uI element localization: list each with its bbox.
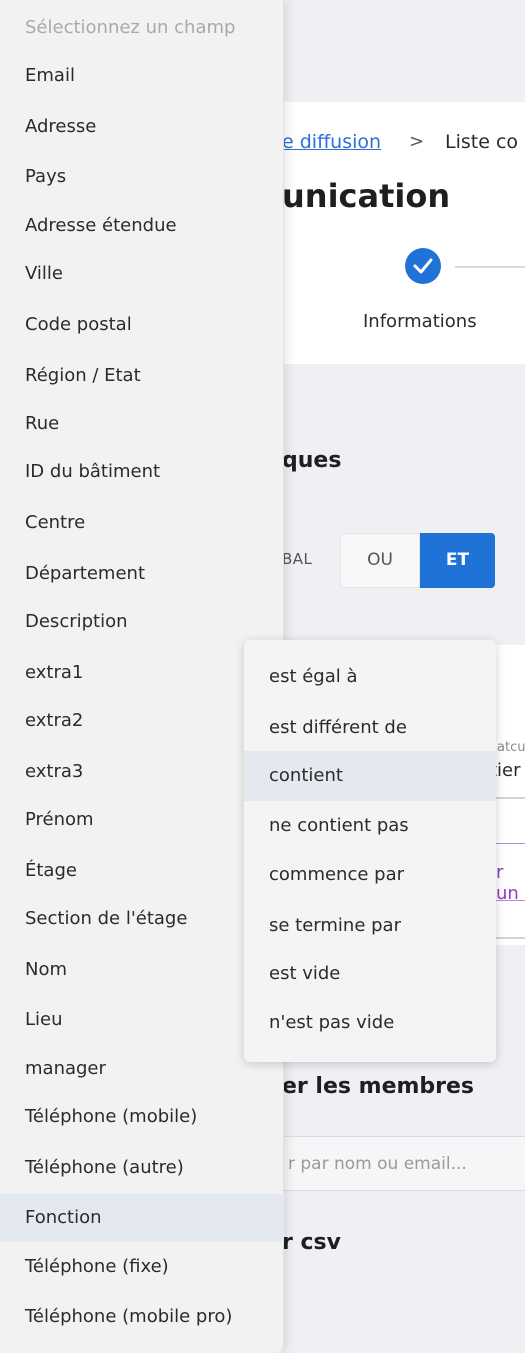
logic-or-button[interactable]: OU: [340, 533, 420, 588]
field-option[interactable]: Email: [0, 52, 284, 100]
breadcrumb-link[interactable]: e diffusion: [282, 131, 381, 153]
operator-option[interactable]: est vide: [244, 949, 496, 999]
page-title: unication: [282, 177, 451, 215]
step-label-informations[interactable]: Informations: [363, 311, 477, 332]
field-option[interactable]: manager: [0, 1045, 284, 1093]
logic-and-button[interactable]: ET: [420, 533, 495, 588]
field-option[interactable]: Étage: [0, 847, 284, 895]
field-option[interactable]: extra1: [0, 649, 284, 697]
operator-dropdown-menu[interactable]: est égal à est différent de contient ne …: [244, 640, 496, 1062]
field-option[interactable]: Centre: [0, 499, 284, 547]
field-option[interactable]: extra2: [0, 697, 284, 745]
field-option[interactable]: Ville: [0, 250, 284, 298]
field-option[interactable]: Téléphone (autre): [0, 1144, 284, 1192]
field-dropdown-placeholder: Sélectionnez un champ: [25, 17, 236, 38]
operator-option[interactable]: est différent de: [244, 703, 496, 753]
field-option[interactable]: Rue: [0, 400, 284, 448]
global-logic-label: BAL: [282, 550, 313, 568]
add-rule-label: r un: [496, 862, 519, 904]
field-option[interactable]: Prénom: [0, 796, 284, 844]
field-option[interactable]: Description: [0, 598, 284, 646]
field-option[interactable]: extra3: [0, 748, 284, 796]
field-option[interactable]: Téléphone (fixe): [0, 1243, 284, 1291]
operator-option[interactable]: est égal à: [244, 652, 496, 702]
rules-section-title: ques: [282, 448, 342, 473]
field-dropdown-menu[interactable]: Sélectionnez un champ Email Adresse Pays…: [0, 0, 284, 1353]
field-option[interactable]: Pays: [0, 153, 284, 201]
field-option[interactable]: Nom: [0, 946, 284, 994]
field-option[interactable]: Téléphone (mobile): [0, 1093, 284, 1141]
field-option[interactable]: Lieu: [0, 996, 284, 1044]
breadcrumb-current: Liste co: [445, 131, 519, 153]
field-option-selected[interactable]: Fonction: [0, 1194, 284, 1242]
field-option[interactable]: Section de l'étage: [0, 895, 284, 943]
step-complete-check-icon[interactable]: [405, 248, 441, 284]
field-option[interactable]: ID du bâtiment: [0, 448, 284, 496]
field-option[interactable]: Adresse étendue: [0, 202, 284, 250]
rule-field-label: atcu: [497, 740, 525, 755]
operator-option-highlighted[interactable]: contient: [244, 751, 496, 801]
members-section-title: er les membres: [282, 1074, 475, 1099]
operator-option[interactable]: ne contient pas: [244, 801, 496, 851]
members-search-placeholder: r par nom ou email...: [288, 1154, 467, 1174]
operator-option[interactable]: commence par: [244, 850, 496, 900]
field-option[interactable]: Adresse: [0, 103, 284, 151]
field-option[interactable]: Code postal: [0, 301, 284, 349]
breadcrumb-separator: >: [409, 131, 425, 152]
csv-section-title: r csv: [282, 1230, 341, 1255]
field-option[interactable]: Région / Etat: [0, 352, 284, 400]
field-option[interactable]: Département: [0, 550, 284, 598]
operator-option[interactable]: se termine par: [244, 901, 496, 951]
stepper-connector: [455, 266, 525, 268]
field-option[interactable]: Téléphone (mobile pro): [0, 1293, 284, 1341]
operator-option[interactable]: n'est pas vide: [244, 998, 496, 1048]
